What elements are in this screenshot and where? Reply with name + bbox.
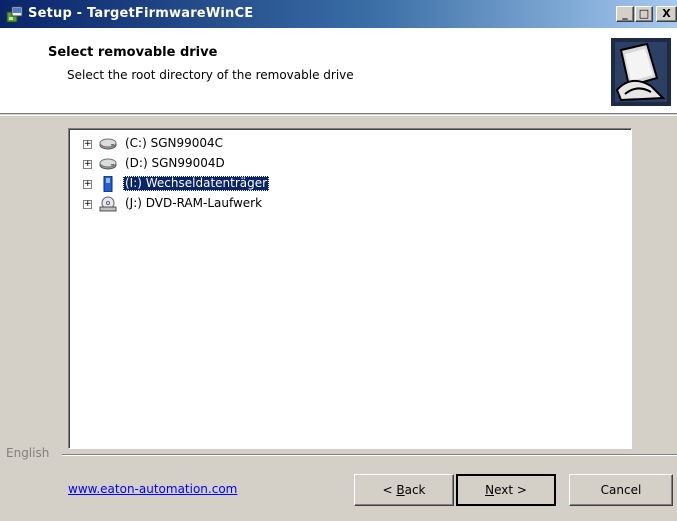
maximize-icon: □ <box>638 7 650 20</box>
page-subtitle: Select the root directory of the removab… <box>67 68 354 82</box>
title-bar[interactable]: Setup - TargetFirmwareWinCE _ □ X <box>0 0 677 28</box>
header-separator <box>0 115 677 116</box>
expand-icon[interactable]: + <box>83 200 92 209</box>
minimize-icon: _ <box>622 7 628 20</box>
wizard-header: Select removable drive Select the root d… <box>0 28 677 114</box>
tree-item-label: (I:) Wechseldatenträger <box>123 176 270 191</box>
language-label: English <box>6 446 50 460</box>
expand-icon[interactable]: + <box>83 160 92 169</box>
drive-tree[interactable]: + (C:) SGN99004C + (D:) SGN99004D + (I:)… <box>68 128 632 449</box>
hard-drive-icon <box>99 138 117 150</box>
website-link[interactable]: www.eaton-automation.com <box>68 482 237 496</box>
next-button[interactable]: Next > <box>456 474 556 506</box>
maximize-button[interactable]: □ <box>635 6 653 22</box>
tree-item-label: (D:) SGN99004D <box>125 156 225 170</box>
close-button[interactable]: X <box>656 6 677 22</box>
page-title: Select removable drive <box>48 45 218 60</box>
back-button[interactable]: < Back <box>354 474 454 506</box>
expand-icon[interactable]: + <box>83 180 92 189</box>
setup-app-icon <box>6 6 23 23</box>
computer-wizard-icon <box>611 38 671 106</box>
removable-drive-icon <box>103 176 113 192</box>
dvd-drive-icon <box>99 196 117 212</box>
cancel-button[interactable]: Cancel <box>569 474 673 506</box>
tree-item-label: (J:) DVD-RAM-Laufwerk <box>125 196 263 210</box>
tree-item-label: (C:) SGN99004C <box>125 136 224 150</box>
hard-drive-icon <box>99 158 117 170</box>
window-title: Setup - TargetFirmwareWinCE <box>28 6 254 21</box>
footer-divider <box>62 454 677 456</box>
close-icon: X <box>662 7 671 20</box>
minimize-button[interactable]: _ <box>616 6 634 22</box>
expand-icon[interactable]: + <box>83 140 92 149</box>
